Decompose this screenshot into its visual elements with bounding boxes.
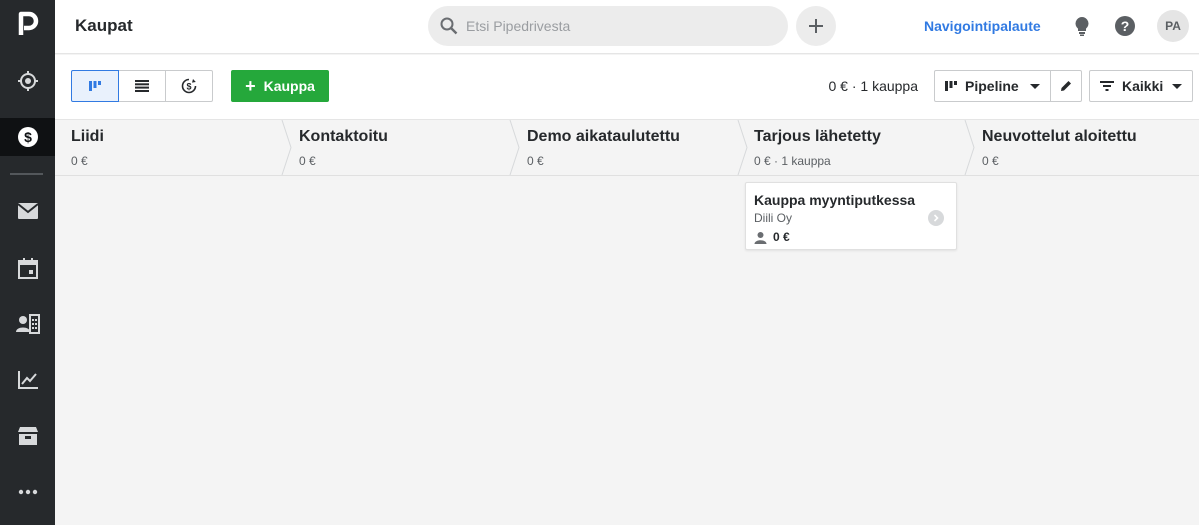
page-title: Kaupat xyxy=(75,16,133,35)
sidebar-item-activities[interactable] xyxy=(0,249,55,287)
stage-name: Tarjous lähetetty xyxy=(754,128,881,145)
deal-open-button[interactable] xyxy=(928,210,944,226)
sidebar-divider xyxy=(10,173,43,175)
add-deal-button[interactable]: + Kauppa xyxy=(231,70,329,102)
pipeline-view-button[interactable] xyxy=(71,70,119,102)
pipeline-icon xyxy=(945,81,957,91)
pipeline-select-label: Pipeline xyxy=(965,78,1019,94)
sidebar-item-products[interactable] xyxy=(0,417,55,455)
help-button[interactable]: ? xyxy=(1114,15,1136,37)
stage-total: 0 € xyxy=(71,154,88,168)
navigation-feedback-link[interactable]: Navigointipalaute xyxy=(924,18,1041,34)
tips-button[interactable] xyxy=(1071,15,1093,37)
deal-organization: Diili Oy xyxy=(754,211,792,225)
calendar-icon xyxy=(17,257,38,279)
insights-icon xyxy=(17,371,38,389)
filter-select-label: Kaikki xyxy=(1122,78,1164,94)
toolbar: $ + Kauppa 0 € · 1 kauppa Pipeline Kaikk… xyxy=(55,55,1199,119)
forecast-icon: $ xyxy=(181,78,197,94)
top-bar: Kaupat Navigointipalaute ? PA xyxy=(55,0,1199,54)
stage-name: Liidi xyxy=(71,128,104,145)
deal-value: 0 € xyxy=(773,230,790,244)
mail-icon xyxy=(16,203,39,219)
stage-column-header: Kontaktoitu 0 € xyxy=(283,120,511,175)
pipedrive-logo[interactable] xyxy=(0,5,55,43)
deals-icon: $ xyxy=(17,127,38,147)
stage-total: 0 € xyxy=(527,154,544,168)
svg-text:$: $ xyxy=(24,129,32,145)
pipeline-view-icon xyxy=(89,81,101,91)
plus-icon xyxy=(809,19,823,33)
sidebar-item-mail[interactable] xyxy=(0,192,55,230)
stage-total: 0 € xyxy=(982,154,999,168)
chevron-down-icon xyxy=(1172,84,1182,89)
lightbulb-icon xyxy=(1075,17,1089,36)
sidebar: $ xyxy=(0,0,55,525)
list-view-button[interactable] xyxy=(118,70,166,102)
stage-column-header: Tarjous lähetetty 0 € · 1 kauppa xyxy=(738,120,966,175)
sidebar-item-insights[interactable] xyxy=(0,361,55,399)
edit-pipeline-button[interactable] xyxy=(1050,70,1082,102)
chevron-down-icon xyxy=(1030,84,1040,89)
list-view-icon xyxy=(135,80,149,92)
svg-text:?: ? xyxy=(1121,18,1130,34)
pipeline-board: Liidi 0 € Kontaktoitu 0 € Demo aikataulu… xyxy=(55,119,1199,525)
search-icon xyxy=(440,17,458,35)
pipeline-select[interactable]: Pipeline xyxy=(934,70,1051,102)
stage-column-header: Liidi 0 € xyxy=(55,120,283,175)
chevron-right-icon xyxy=(933,214,939,222)
pipedrive-logo-icon xyxy=(18,11,38,35)
pipeline-summary: 0 € · 1 kauppa xyxy=(828,78,918,94)
stage-column-header: Demo aikataulutettu 0 € xyxy=(511,120,739,175)
user-avatar[interactable]: PA xyxy=(1157,10,1189,42)
stage-total: 0 € · 1 kauppa xyxy=(754,154,831,168)
search-input[interactable] xyxy=(466,18,766,34)
filter-icon xyxy=(1100,81,1114,91)
stage-column-header: Neuvottelut aloitettu 0 € xyxy=(966,120,1194,175)
plus-icon: + xyxy=(245,76,256,96)
pencil-icon xyxy=(1061,81,1071,91)
stage-total: 0 € xyxy=(299,154,316,168)
stage-name: Kontaktoitu xyxy=(299,128,388,145)
help-icon: ? xyxy=(1115,16,1135,36)
deal-card[interactable]: Kauppa myyntiputkessa Diili Oy 0 € xyxy=(745,182,957,250)
sidebar-item-leads[interactable] xyxy=(0,62,55,100)
sidebar-item-deals[interactable]: $ xyxy=(0,118,55,156)
sidebar-item-more[interactable] xyxy=(0,473,55,511)
forecast-view-button[interactable]: $ xyxy=(165,70,213,102)
contacts-icon xyxy=(15,314,40,334)
stage-name: Neuvottelut aloitettu xyxy=(982,128,1137,145)
person-icon xyxy=(754,231,767,244)
products-icon xyxy=(17,427,38,445)
deal-value-row: 0 € xyxy=(754,230,790,244)
search-box[interactable] xyxy=(428,6,788,46)
stage-header-row: Liidi 0 € Kontaktoitu 0 € Demo aikataulu… xyxy=(55,120,1199,176)
deal-title: Kauppa myyntiputkessa xyxy=(754,192,916,208)
stage-name: Demo aikataulutettu xyxy=(527,128,680,145)
svg-text:$: $ xyxy=(186,82,191,92)
target-icon xyxy=(17,71,38,91)
filter-select[interactable]: Kaikki xyxy=(1089,70,1193,102)
add-deal-label: Kauppa xyxy=(263,78,315,94)
more-icon xyxy=(18,489,37,495)
quick-add-button[interactable] xyxy=(796,6,836,46)
view-switcher: $ xyxy=(71,70,213,102)
sidebar-item-contacts[interactable] xyxy=(0,305,55,343)
